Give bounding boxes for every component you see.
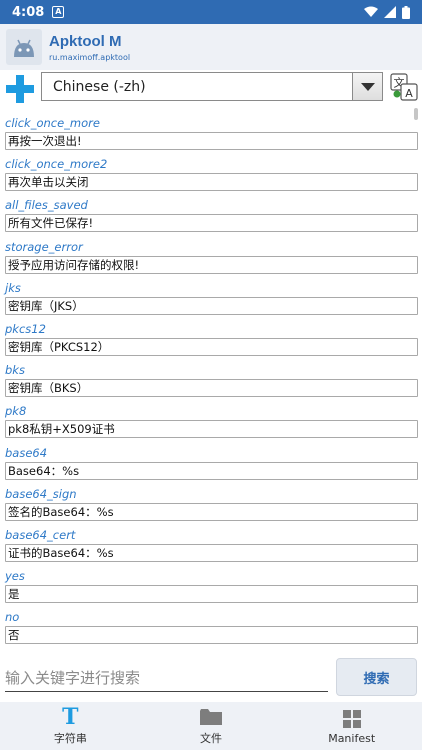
string-key: base64 [5, 445, 48, 460]
string-entry: base64_cert 证书的Base64：%s [0, 524, 422, 565]
text-t-icon: T [62, 704, 79, 730]
translate-icon[interactable]: 文 A [390, 73, 418, 101]
tab-files-label: 文件 [200, 732, 222, 745]
add-language-button[interactable] [4, 73, 36, 105]
app-name: Apktool M [49, 32, 122, 50]
string-entry: no 否 [0, 606, 422, 647]
string-key: base64_sign [5, 486, 77, 501]
string-key: all_files_saved [5, 198, 88, 213]
wifi-icon [364, 6, 378, 17]
string-value-field[interactable]: 授予应用访问存储的权限! [5, 255, 418, 274]
string-entry: base64_sign 签名的Base64：%s [0, 483, 422, 524]
string-value-field[interactable]: 否 [5, 626, 418, 645]
battery-icon [402, 5, 410, 19]
tab-files[interactable]: 文件 [141, 702, 282, 750]
android-logo-icon [6, 29, 42, 65]
string-value-field[interactable]: pk8私钥+X509证书 [5, 420, 418, 439]
search-button[interactable]: 搜索 [336, 658, 417, 696]
status-time: 4:08 [12, 4, 45, 20]
string-value-field[interactable]: 密钥库（BKS） [5, 379, 418, 398]
bottom-nav: T 字符串 文件 Manifest [0, 702, 422, 750]
dropdown-arrow-icon[interactable] [352, 73, 382, 100]
search-input[interactable] [5, 664, 328, 692]
tab-strings-label: 字符串 [53, 732, 87, 745]
string-value-field[interactable]: 再次单击以关闭 [5, 173, 418, 192]
string-entry: jks 密钥库（JKS） [0, 277, 422, 318]
string-key: pk8 [5, 404, 27, 419]
string-entry: bks 密钥库（BKS） [0, 359, 422, 400]
tab-manifest-label: Manifest [328, 731, 376, 745]
string-key: yes [5, 569, 25, 584]
string-value-field[interactable]: 证书的Base64：%s [5, 543, 418, 562]
status-bar: 4:08 A [0, 0, 422, 24]
string-value-field[interactable]: 密钥库（PKCS12） [5, 337, 418, 356]
string-key: no [5, 610, 20, 625]
string-key: click_once_more2 [5, 157, 108, 172]
string-list: click_once_more 再按一次退出! click_once_more2… [0, 112, 422, 650]
tab-strings[interactable]: T 字符串 [0, 702, 141, 750]
app-root: 4:08 A Apktool M ru.maximoff.apktool Chi… [0, 0, 422, 750]
folder-icon [199, 706, 223, 728]
string-key: click_once_more [5, 116, 100, 130]
app-header: Apktool M ru.maximoff.apktool [0, 24, 422, 70]
string-entry: pk8 pk8私钥+X509证书 [0, 400, 422, 441]
grid-icon [342, 708, 362, 730]
string-entry: all_files_saved 所有文件已保存! [0, 194, 422, 235]
svg-text:A: A [405, 87, 413, 100]
string-entry: storage_error 授予应用访问存储的权限! [0, 236, 422, 277]
status-icons [364, 5, 410, 19]
language-dropdown[interactable]: Chinese (-zh) [41, 72, 383, 101]
string-value-field[interactable]: 所有文件已保存! [5, 214, 418, 233]
string-value-field[interactable]: Base64：%s [5, 461, 418, 480]
string-key: pkcs12 [5, 321, 46, 336]
notification-icon: A [52, 6, 65, 18]
string-entry: base64 Base64：%s [0, 442, 422, 483]
string-entry: yes 是 [0, 565, 422, 606]
app-titles: Apktool M ru.maximoff.apktool [49, 33, 130, 62]
string-key: base64_cert [5, 527, 76, 542]
search-row: 搜索 [0, 650, 422, 702]
string-value-field[interactable]: 密钥库（JKS） [5, 296, 418, 315]
string-value-field[interactable]: 再按一次退出! [5, 132, 418, 150]
string-entry: pkcs12 密钥库（PKCS12） [0, 318, 422, 359]
signal-icon [384, 6, 396, 18]
language-dropdown-value: Chinese (-zh) [53, 78, 146, 95]
app-package: ru.maximoff.apktool [49, 52, 131, 62]
string-key: bks [5, 363, 25, 378]
string-key: storage_error [5, 239, 83, 254]
tab-manifest[interactable]: Manifest [281, 702, 422, 750]
language-row: Chinese (-zh) 文 A [0, 70, 422, 106]
string-key: jks [5, 280, 21, 295]
string-value-field[interactable]: 是 [5, 585, 418, 604]
string-value-field[interactable]: 签名的Base64：%s [5, 502, 418, 521]
string-entry: click_once_more 再按一次退出! [0, 112, 422, 153]
string-entry: click_once_more2 再次单击以关闭 [0, 153, 422, 194]
